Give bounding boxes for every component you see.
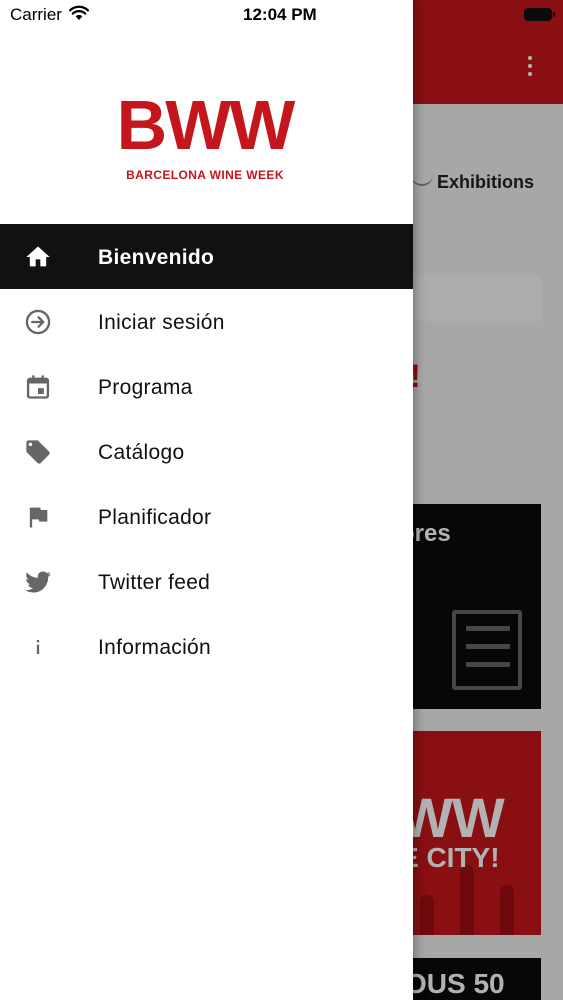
bww-logo: BWW BARCELONA WINE WEEK xyxy=(100,90,315,186)
status-bar: Carrier 12:04 PM xyxy=(0,0,413,30)
logo-subtitle: BARCELONA WINE WEEK xyxy=(126,168,284,182)
menu-item-programa[interactable]: Programa xyxy=(0,354,413,419)
flag-icon xyxy=(24,504,52,530)
menu-item-label: Planificador xyxy=(98,506,212,529)
menu-item-label: Twitter feed xyxy=(98,571,211,594)
menu-item-planificador[interactable]: Planificador xyxy=(0,484,413,549)
menu-item-iniciar-sesion[interactable]: Iniciar sesión xyxy=(0,289,413,354)
menu-item-catalogo[interactable]: Catálogo xyxy=(0,419,413,484)
menu-item-informacion[interactable]: Información xyxy=(0,614,413,679)
menu-item-label: Bienvenido xyxy=(98,246,215,269)
logo-mark: BWW xyxy=(116,86,296,164)
home-icon xyxy=(24,244,52,270)
menu-item-label: Iniciar sesión xyxy=(98,311,225,334)
menu-item-bienvenido[interactable]: Bienvenido xyxy=(0,224,413,289)
twitter-icon xyxy=(24,569,52,595)
menu-item-label: Información xyxy=(98,636,212,659)
status-time: 12:04 PM xyxy=(243,5,317,24)
menu-item-label: Catálogo xyxy=(98,441,185,464)
info-icon xyxy=(24,634,52,660)
menu-item-twitter-feed[interactable]: Twitter feed xyxy=(0,549,413,614)
navigation-drawer: Carrier 12:04 PM BWW BARCELONA WINE WEEK… xyxy=(0,0,413,1000)
calendar-icon xyxy=(24,374,52,400)
login-icon xyxy=(24,309,52,335)
drawer-menu: Bienvenido Iniciar sesión Programa Catál… xyxy=(0,224,413,679)
menu-item-label: Programa xyxy=(98,376,193,399)
tag-icon xyxy=(24,439,52,465)
carrier-label: Carrier xyxy=(10,5,62,24)
wifi-icon xyxy=(69,5,89,20)
